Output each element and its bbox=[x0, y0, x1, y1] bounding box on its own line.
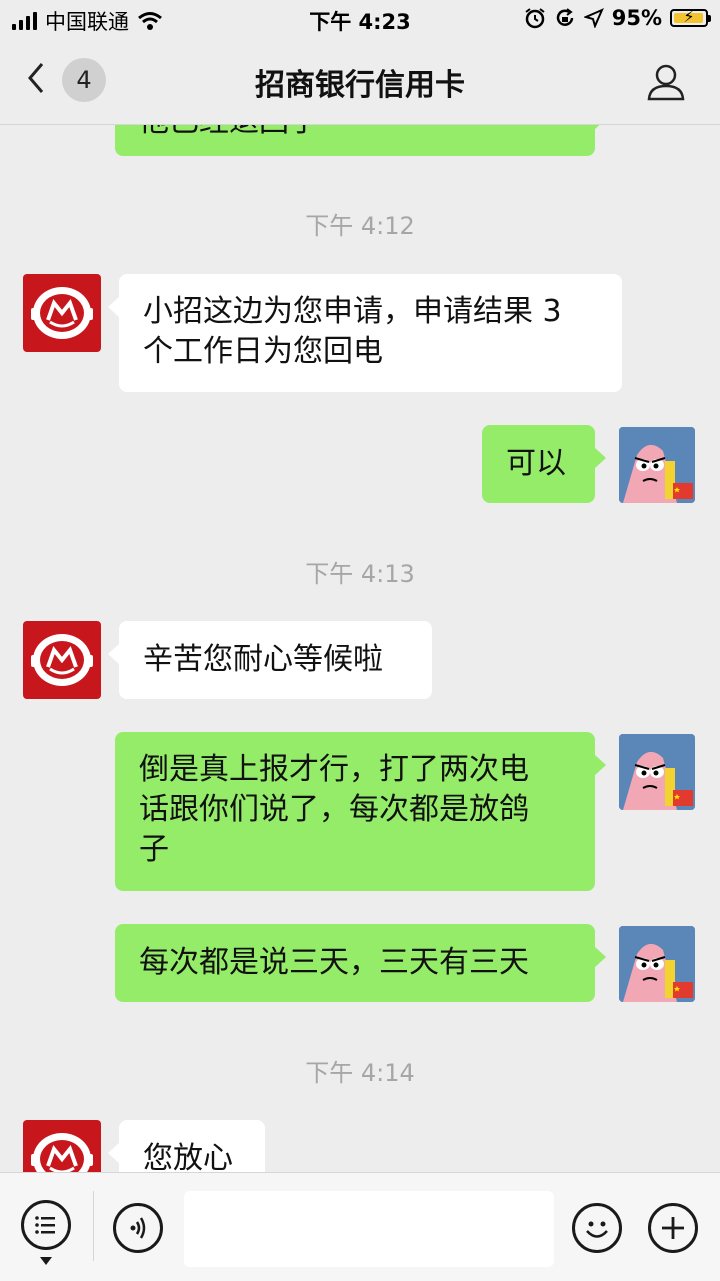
menu-list-icon bbox=[35, 1216, 55, 1234]
patrick-avatar-icon bbox=[619, 734, 695, 810]
message-text: 话跟你们说了，每次都是放鸽 bbox=[139, 792, 529, 827]
emoji-button[interactable] bbox=[572, 1203, 622, 1253]
voice-icon bbox=[130, 1217, 146, 1239]
voice-button[interactable] bbox=[113, 1203, 163, 1253]
message-bubble-received[interactable]: 小招这边为您申请，申请结果 3 个工作日为您回电 bbox=[108, 274, 622, 392]
timestamp: 下午 4:12 bbox=[305, 212, 415, 240]
message-text: 子 bbox=[139, 832, 169, 867]
timestamp: 下午 4:13 bbox=[305, 560, 415, 588]
bank-avatar[interactable] bbox=[23, 274, 101, 352]
emoji-icon bbox=[586, 1221, 608, 1238]
user-avatar[interactable] bbox=[619, 427, 695, 503]
message-input[interactable] bbox=[184, 1191, 554, 1267]
patrick-avatar-icon bbox=[619, 427, 695, 503]
chat-info-button[interactable] bbox=[646, 62, 686, 102]
caret-down-icon bbox=[40, 1257, 52, 1265]
patrick-avatar-icon bbox=[619, 926, 695, 1002]
message-bubble-sent[interactable]: 可以 bbox=[482, 425, 606, 503]
user-avatar[interactable] bbox=[619, 926, 695, 1002]
more-button[interactable] bbox=[648, 1203, 698, 1253]
divider bbox=[93, 1191, 94, 1261]
rotation-lock-icon bbox=[556, 8, 573, 26]
bank-avatar[interactable] bbox=[23, 621, 101, 699]
plus-icon bbox=[662, 1217, 684, 1239]
message-bubble-received[interactable]: 您放心 bbox=[108, 1120, 265, 1172]
message-text: 您放心 bbox=[143, 1141, 233, 1172]
bank-logo-icon bbox=[31, 287, 93, 339]
battery-icon: ⚡ bbox=[670, 7, 711, 27]
input-bar bbox=[0, 1172, 720, 1281]
bank-avatar[interactable] bbox=[23, 1120, 101, 1172]
chat-area[interactable]: 他已经退回了 下午 4:12 小招这边为您申请，申请结果 3 个工作日为您回电 … bbox=[0, 0, 720, 1172]
message-text: 辛苦您耐心等候啦 bbox=[143, 642, 383, 677]
bank-logo-icon bbox=[31, 1133, 93, 1172]
message-text: 个工作日为您回电 bbox=[143, 334, 383, 369]
menu-button[interactable] bbox=[21, 1200, 71, 1250]
message-text: 可以 bbox=[506, 446, 566, 481]
message-text: 每次都是说三天，三天有三天 bbox=[139, 945, 529, 980]
location-icon bbox=[583, 8, 604, 28]
person-icon bbox=[647, 64, 685, 101]
user-avatar[interactable] bbox=[619, 734, 695, 810]
timestamp: 下午 4:14 bbox=[305, 1059, 415, 1087]
chat-header: 4 招商银行信用卡 bbox=[0, 40, 720, 125]
page-title: 招商银行信用卡 bbox=[255, 68, 465, 103]
message-text: 小招这边为您申请，申请结果 3 bbox=[143, 294, 562, 329]
message-bubble-received[interactable]: 辛苦您耐心等候啦 bbox=[108, 621, 432, 699]
status-bar: 中国联通 下午 4:23 95% ⚡ bbox=[0, 0, 720, 40]
alarm-icon bbox=[525, 8, 545, 29]
battery-percent: 95% bbox=[611, 6, 662, 30]
message-bubble-sent[interactable]: 每次都是说三天，三天有三天 bbox=[115, 924, 606, 1002]
message-text: 倒是真上报才行，打了两次电 bbox=[139, 752, 529, 787]
message-bubble-sent[interactable]: 倒是真上报才行，打了两次电 话跟你们说了，每次都是放鸽 子 bbox=[115, 732, 606, 891]
bank-logo-icon bbox=[31, 634, 93, 686]
